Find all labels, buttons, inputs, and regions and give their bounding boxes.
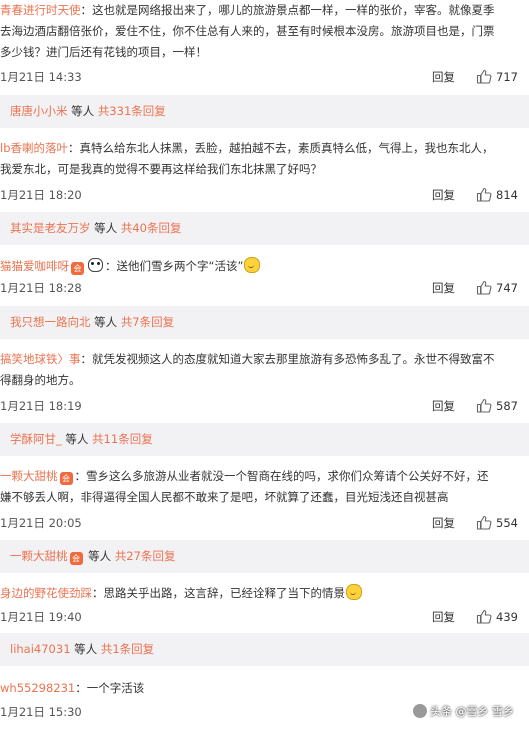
like-count: 554: [496, 516, 518, 530]
vip-badge-icon: 会: [71, 262, 84, 275]
comment-timestamp: 1月21日 19:40: [0, 610, 82, 624]
reply-thread-bar[interactable]: 一颗大甜桃会 等人 共27条回复: [0, 540, 529, 573]
comment-meta: 1月21日 18:28 回复 747: [0, 279, 529, 297]
reply-button[interactable]: 回复: [432, 397, 455, 415]
panda-icon: [88, 258, 103, 272]
comment-meta: 1月21日 18:19 回复 587: [0, 397, 529, 415]
thread-username[interactable]: lihai47031: [10, 642, 71, 656]
comment-meta: 1月21日 19:40 回复 439: [0, 608, 529, 626]
comment-text: 猫猫爱咖啡呀会：送他们雪乡两个字“活该”: [0, 256, 517, 277]
comment-text: 一颗大甜桃会：雪乡这么多旅游从业者就没一个智商在线的吗，求你们众筹请个公关好不好…: [0, 466, 517, 508]
comment-body-line: 嫌不够丢人啊，非得逼得全国人民都不敢来了是吧，坏就算了还蠢，目光短浅还自视甚高: [0, 490, 449, 504]
thread-reply-count[interactable]: 共27条回复: [115, 549, 176, 563]
thread-username[interactable]: 我只想一路向北: [10, 315, 91, 329]
comment-meta: 1月21日 14:33 回复 717: [0, 68, 529, 86]
comment-feed: 青春进行时天使：这也就是网络报出来了，哪儿的旅游景点都一样，一样的张价，宰客。就…: [0, 0, 529, 730]
thumbs-up-icon: [476, 398, 492, 413]
comment-body-line: 得翻身的地方。: [0, 373, 81, 387]
like-count: 747: [496, 281, 518, 295]
comment-body-line: 多少钱？进门后还有花钱的项目，一样！: [0, 45, 207, 59]
comment-body-line: 送他们雪乡两个字“活该”: [116, 259, 244, 273]
like-count: 717: [496, 70, 518, 84]
reply-thread-bar[interactable]: 学酥阿甘_ 等人 共11条回复: [0, 423, 529, 456]
comment-timestamp: 1月21日 18:20: [0, 188, 82, 202]
comment-timestamp: 1月21日 20:05: [0, 516, 82, 530]
comment-body-line: 雪乡这么多旅游从业者就没一个智商在线的吗，求你们众筹请个公关好不好，还: [86, 469, 489, 483]
thread-reply-count[interactable]: 共331条回复: [98, 104, 166, 118]
reply-button[interactable]: 回复: [432, 186, 455, 204]
laugh-emoji-icon: [346, 584, 362, 600]
reply-thread-bar[interactable]: lihai47031 等人 共1条回复: [0, 633, 529, 666]
watermark-text: 头条 @雪乡 雪乡: [430, 705, 514, 718]
comment-timestamp: 1月21日 18:28: [0, 281, 82, 295]
comment-username[interactable]: wh55298231: [0, 681, 75, 695]
comment-username[interactable]: 青春进行时天使: [0, 3, 81, 17]
smile-emoji-icon: [244, 257, 261, 273]
comment-username[interactable]: lb香喇的落叶: [0, 141, 68, 155]
comment-timestamp: 1月21日 15:30: [0, 705, 82, 719]
thread-reply-count[interactable]: 共1条回复: [101, 642, 154, 656]
reply-thread-bar[interactable]: 唐唐小小米 等人 共331条回复: [0, 95, 529, 128]
comment-body-line: 真特么给东北人抹黑，丢脸，越拍越不去，素质真特么低，气得上，我也东北人，: [79, 141, 494, 155]
comment-username[interactable]: 一颗大甜桃: [0, 469, 58, 483]
vip-badge-icon: 会: [69, 552, 83, 565]
thread-username[interactable]: 一颗大甜桃: [10, 549, 68, 563]
comment-text: 身边的野花使劲踩：思路关乎出路，这言辞，已经诠释了当下的情景: [0, 583, 517, 604]
watermark: 头条 @雪乡 雪乡: [413, 701, 514, 723]
comment-body-line: 这也就是网络报出来了，哪儿的旅游景点都一样，一样的张价，宰客。就像夏季: [92, 3, 495, 17]
toutiao-logo-icon: [413, 704, 427, 718]
reply-button[interactable]: 回复: [432, 279, 455, 297]
comment-timestamp: 1月21日 18:19: [0, 399, 82, 413]
thumbs-up-icon: [476, 69, 492, 84]
comment-body-line: 去海边酒店翻倍张价，爱住不住，你不住总有人来的，甚至有时候根本没房。旅游项目也是…: [0, 24, 495, 38]
reply-button[interactable]: 回复: [432, 514, 455, 532]
comment-text: 青春进行时天使：这也就是网络报出来了，哪儿的旅游景点都一样，一样的张价，宰客。就…: [0, 0, 517, 63]
comment-body-line: 我爱东北，可是我真的觉得不要再这样给我们东北抹黑了好吗？: [0, 162, 322, 176]
comment-meta: 1月21日 20:05 回复 554: [0, 514, 529, 532]
thread-reply-count[interactable]: 共40条回复: [121, 221, 182, 235]
reply-button[interactable]: 回复: [432, 68, 455, 86]
thumbs-up-icon: [476, 609, 492, 624]
comment-body-line: 一个字活该: [86, 681, 145, 695]
thread-username[interactable]: 其实是老友万岁: [10, 221, 91, 235]
comment-text: 搞笑地球铁〉事：就凭发视频这人的态度就知道大家去那里旅游有多恐怖多乱了。永世不得…: [0, 349, 517, 391]
like-count: 439: [496, 610, 518, 624]
comment-username[interactable]: 猫猫爱咖啡呀: [0, 259, 69, 273]
thumbs-up-icon: [476, 515, 492, 530]
reply-thread-bar[interactable]: 其实是老友万岁 等人 共40条回复: [0, 212, 529, 245]
comment-username[interactable]: 搞笑地球铁〉事: [0, 352, 81, 366]
thread-reply-count[interactable]: 共11条回复: [92, 432, 153, 446]
thread-reply-count[interactable]: 共7条回复: [121, 315, 174, 329]
comment-meta: 1月21日 18:20 回复 814: [0, 186, 529, 204]
comment-body-line: 思路关乎出路，这言辞，已经诠释了当下的情景: [103, 586, 346, 600]
comment-username[interactable]: 身边的野花使劲踩: [0, 586, 92, 600]
reply-button[interactable]: 回复: [432, 608, 455, 626]
thread-username[interactable]: 唐唐小小米: [10, 104, 68, 118]
comment-text: lb香喇的落叶：真特么给东北人抹黑，丢脸，越拍越不去，素质真特么低，气得上，我也…: [0, 138, 517, 180]
reply-thread-bar[interactable]: 我只想一路向北 等人 共7条回复: [0, 306, 529, 339]
like-count: 814: [496, 188, 518, 202]
thread-username[interactable]: 学酥阿甘_: [10, 432, 62, 446]
comment-timestamp: 1月21日 14:33: [0, 70, 82, 84]
comment-body-line: 就凭发视频这人的态度就知道大家去那里旅游有多恐怖多乱了。永世不得致富不: [92, 352, 495, 366]
thumbs-up-icon: [476, 280, 492, 295]
like-count: 587: [496, 399, 518, 413]
vip-badge-icon: 会: [59, 472, 73, 485]
thumbs-up-icon: [476, 187, 492, 202]
comment-text: wh55298231：一个字活该: [0, 681, 145, 695]
